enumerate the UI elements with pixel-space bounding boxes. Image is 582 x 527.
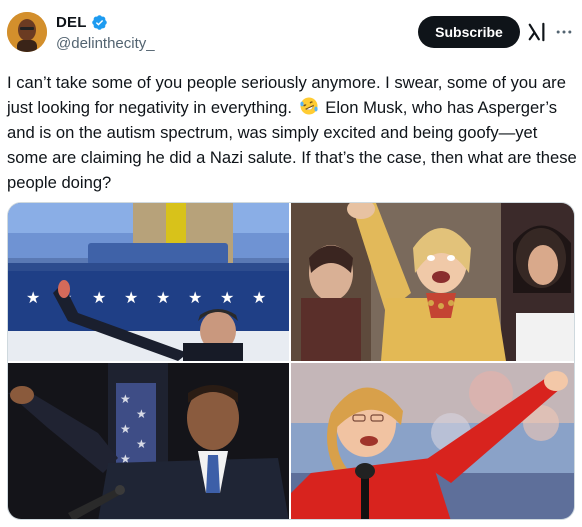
- svg-text:★: ★: [156, 288, 170, 307]
- svg-text:★: ★: [136, 437, 147, 451]
- more-options-icon[interactable]: [552, 20, 576, 44]
- svg-text:★: ★: [252, 288, 266, 307]
- tweet: DEL @delinthecity_ Subscribe I can’t tak…: [0, 0, 582, 527]
- subscribe-button[interactable]: Subscribe: [418, 16, 520, 48]
- svg-text:★: ★: [26, 288, 40, 307]
- svg-text:★: ★: [120, 392, 131, 406]
- display-name[interactable]: DEL: [56, 14, 87, 31]
- author-name-row[interactable]: DEL: [56, 14, 108, 31]
- svg-text:★: ★: [92, 288, 106, 307]
- svg-text:★: ★: [220, 288, 234, 307]
- author-handle[interactable]: @delinthecity_: [56, 35, 155, 52]
- avatar[interactable]: [7, 12, 47, 52]
- rolling-on-floor-laughing-emoji-icon: [299, 96, 319, 116]
- verified-badge-icon: [91, 14, 108, 31]
- svg-text:★: ★: [120, 422, 131, 436]
- post-text: I can’t take some of you people seriousl…: [7, 70, 577, 195]
- photo-man-suit-arm-extended-flag[interactable]: ★ ★ ★ ★ ★: [8, 363, 289, 519]
- svg-text:★: ★: [136, 407, 147, 421]
- svg-text:★: ★: [124, 288, 138, 307]
- photo-woman-red-jacket-waving[interactable]: [291, 363, 574, 519]
- photo-man-arm-raised-stage[interactable]: ★ ★ ★ ★ ★ ★ ★ ★: [8, 203, 289, 361]
- photo-woman-yellow-jacket-waving[interactable]: [291, 203, 574, 361]
- media-grid: ★ ★ ★ ★ ★ ★ ★ ★ ★ ★ ★ ★: [7, 202, 575, 520]
- svg-text:★: ★: [188, 288, 202, 307]
- grok-icon[interactable]: [526, 20, 548, 44]
